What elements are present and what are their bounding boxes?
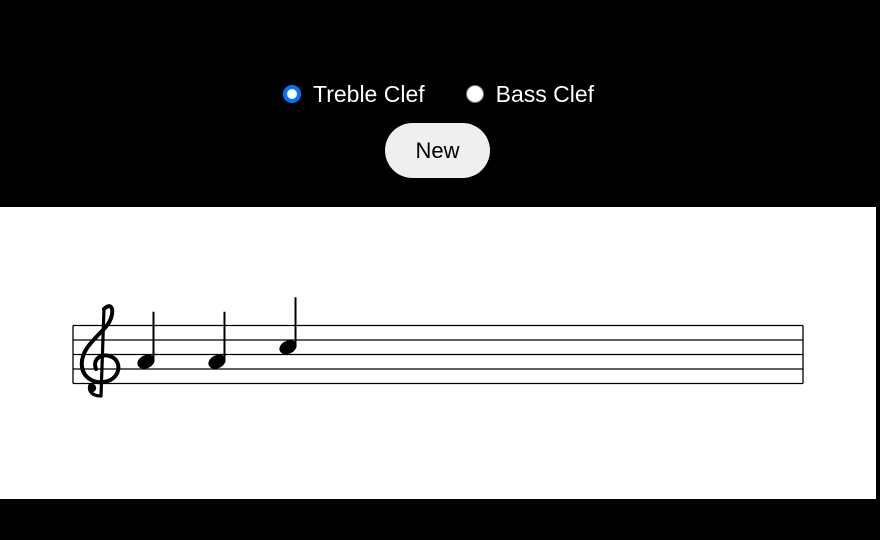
new-button[interactable]: New [385,123,490,178]
clef-radio-group: Treble Clef Bass Clef [283,80,594,108]
treble-clef-radio[interactable] [283,85,301,103]
treble-clef-icon [79,304,121,398]
treble-clef-label[interactable]: Treble Clef [313,80,425,108]
bass-clef-option[interactable]: Bass Clef [465,80,594,108]
bass-clef-radio[interactable] [465,85,484,103]
staff-panel [0,207,876,499]
quarter-note [208,311,226,369]
staff-lines [72,324,804,385]
treble-clef-option[interactable]: Treble Clef [283,80,425,108]
note-layer [137,297,297,369]
staff-canvas [72,297,804,398]
quarter-note [279,297,297,355]
controls-bar: Treble Clef Bass Clef New [0,0,880,207]
quarter-note [137,311,155,369]
bass-clef-label[interactable]: Bass Clef [496,80,594,108]
